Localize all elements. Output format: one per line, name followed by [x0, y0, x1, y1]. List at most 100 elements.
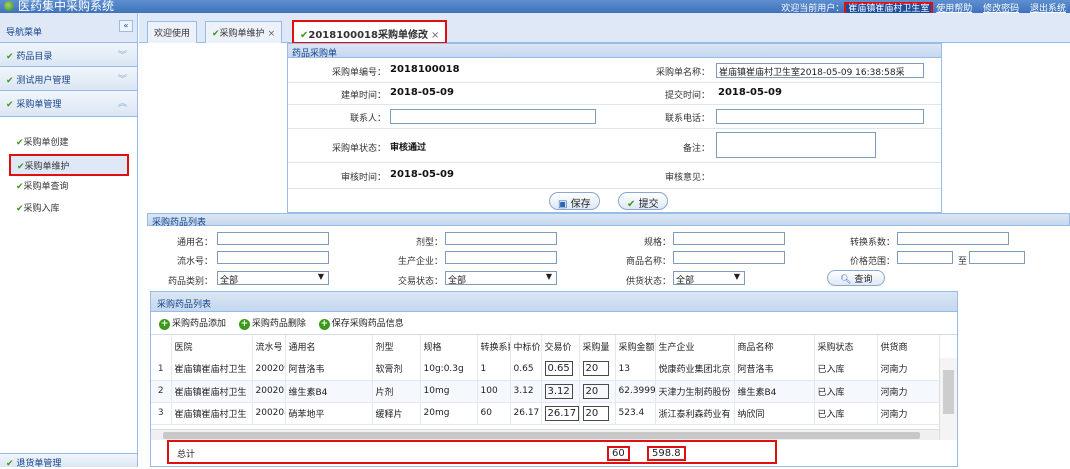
sidebar-item-stock-in[interactable]: ✔采购入库 [0, 198, 137, 220]
user-info: 欢迎当前用户： 崔庙镇崔庙村卫生室 使用帮助 修改密码 退出系统 [781, 1, 1066, 13]
order-name-label: 采购单名称： [655, 68, 710, 78]
sidebar-section-purchase-mgmt[interactable]: ✔ 采购单管理 ︽ [0, 91, 137, 117]
trade-name-input[interactable] [673, 251, 785, 264]
submitted-time-value: 2018-05-09 [718, 87, 782, 98]
column-header[interactable]: 通用名 [285, 335, 373, 358]
column-header[interactable]: 剂型 [372, 335, 421, 358]
supply-status-select[interactable]: 全部 ▼ [673, 271, 745, 286]
supplier-cell: 河南力 [877, 358, 940, 381]
table-row[interactable]: 1 崔庙镇崔庙村卫生 200209 阿昔洛韦 软膏剂 10g:0.3g 1 0.… [151, 358, 940, 381]
help-link[interactable]: 使用帮助 [936, 4, 972, 13]
tab-welcome[interactable]: 欢迎使用 [147, 21, 198, 43]
serial-input[interactable] [217, 251, 329, 264]
manufacturer-cell: 悦康药业集团北京 [655, 358, 735, 381]
serial-cell: 200207 [252, 380, 286, 403]
quantity-input[interactable]: 20 [582, 405, 609, 421]
dropdown-arrow-icon: ▼ [545, 272, 552, 281]
horizontal-scrollbar[interactable] [151, 429, 939, 440]
column-header[interactable]: 医院 [171, 335, 253, 358]
collapse-sidebar-icon[interactable]: « [119, 20, 133, 32]
drug-list-panel: 采购药品列表 + 采购药品添加 + 采购药品删除 + 保存采购药品信息 医院 流水号 … [150, 291, 958, 467]
hospital-cell: 崔庙镇崔庙村卫生 [171, 402, 253, 425]
trade-status-label: 交易状态： [397, 277, 443, 287]
column-header[interactable]: 采购状态 [814, 335, 878, 358]
generic-name-input[interactable] [217, 232, 329, 245]
price-max-input[interactable] [969, 251, 1025, 264]
sidebar-item-query-order[interactable]: ✔采购单查询 [0, 176, 137, 198]
change-password-link[interactable]: 修改密码 [983, 4, 1019, 13]
query-button[interactable]: 🔍︎ 查询 [827, 270, 886, 286]
table-row[interactable]: 2 崔庙镇崔庙村卫生 200207 维生素B4 片剂 10mg 100 3.12… [151, 380, 940, 403]
sidebar-section-drug-catalog[interactable]: ✔ 药品目录 ︾ [0, 43, 137, 67]
bid-price-cell: 26.17 [510, 402, 542, 425]
price-range-label: 价格范围： [849, 257, 895, 267]
check-icon: ✔ [6, 459, 14, 469]
spec-label: 规格： [643, 238, 671, 248]
manufacturer-input[interactable] [445, 251, 557, 264]
dropdown-arrow-icon: ▼ [317, 272, 324, 281]
submit-button[interactable]: ✔ 提交 [618, 192, 668, 210]
spec-input[interactable] [673, 232, 785, 245]
column-header[interactable]: 生产企业 [655, 335, 735, 358]
sidebar-section-user-mgmt[interactable]: ✔ 测试用户管理 ︾ [0, 67, 137, 91]
dosage-cell: 缓释片 [372, 402, 421, 425]
trade-status-select[interactable]: 全部 ▼ [445, 271, 557, 286]
column-header[interactable]: 规格 [420, 335, 478, 358]
check-icon: ✔ [16, 182, 24, 192]
total-quantity: 60 [607, 446, 630, 461]
trade-price-input[interactable]: 0.65 [544, 361, 573, 377]
order-form-panel: 药品采购单 采购单编号： 2018100018 采购单名称： 崔庙镇崔庙村卫生室… [287, 43, 942, 213]
category-label: 药品类别： [167, 277, 213, 287]
category-select[interactable]: 全部 ▼ [217, 271, 329, 286]
sidebar-item-create-order[interactable]: ✔采购单创建 [0, 132, 137, 154]
conv-factor-input[interactable] [897, 232, 1009, 245]
remark-textarea[interactable] [716, 132, 876, 158]
add-drug-button[interactable]: + 采购药品添加 [159, 319, 226, 330]
dosage-input[interactable] [445, 232, 557, 245]
row-number: 3 [151, 402, 172, 425]
quantity-input[interactable]: 20 [582, 361, 609, 377]
column-header[interactable]: 采购量 [579, 335, 616, 358]
contact-label: 联系人： [349, 114, 386, 124]
quantity-input[interactable]: 20 [582, 383, 609, 399]
close-icon[interactable]: × [268, 29, 276, 39]
section-label: 退货单管理 [16, 459, 62, 469]
trade-price-input[interactable]: 26.17 [544, 405, 578, 421]
column-header[interactable]: 采购金额 [615, 335, 656, 358]
column-header[interactable]: 转换系数 [477, 335, 511, 358]
logout-link[interactable]: 退出系统 [1030, 4, 1066, 13]
column-header[interactable]: 流水号 [252, 335, 286, 358]
delete-drug-button[interactable]: + 采购药品删除 [238, 319, 306, 330]
column-header[interactable]: 商品名称 [734, 335, 815, 358]
hospital-cell: 崔庙镇崔庙村卫生 [171, 358, 253, 381]
sidebar-item-maintain-order[interactable]: ✔采购单维护 [9, 154, 129, 176]
app-title: 医药集中采购系统 [18, 0, 115, 13]
table-row[interactable]: 3 崔庙镇崔庙村卫生 200208 硝苯地平 缓释片 20mg 60 26.17… [151, 402, 940, 425]
save-button[interactable]: ▣ 保存 [549, 192, 600, 210]
drug-table: 医院 流水号 通用名 剂型 规格 转换系数 中标价 交易价 采购量 采购金额 生… [151, 335, 940, 425]
phone-input[interactable] [716, 109, 924, 124]
close-icon[interactable]: × [431, 30, 439, 41]
supply-status-selected: 全部 [676, 276, 695, 286]
vertical-scrollbar[interactable] [939, 358, 957, 440]
tab-maintain-order[interactable]: ✔采购单维护 × [205, 21, 283, 43]
check-icon: ✔ [16, 138, 24, 148]
order-name-field[interactable]: 崔庙镇崔庙村卫生室2018-05-09 16:38:58采 [716, 63, 924, 78]
dosage-cell: 软膏剂 [372, 358, 421, 381]
check-icon: ✔ [212, 29, 220, 39]
contact-input[interactable] [390, 109, 596, 124]
delete-drug-label: 采购药品删除 [251, 319, 306, 329]
scroll-thumb[interactable] [943, 370, 954, 414]
column-header[interactable]: 供货商 [877, 335, 940, 358]
trade-name-cell: 维生素B4 [734, 380, 815, 403]
column-header[interactable]: 中标价 [510, 335, 542, 358]
column-header[interactable]: 交易价 [541, 335, 580, 358]
sidebar-section-returns[interactable]: ✔ 退货单管理 [0, 453, 137, 469]
form-row: 采购单编号： 2018100018 采购单名称： 崔庙镇崔庙村卫生室2018-0… [288, 59, 941, 83]
scroll-thumb[interactable] [163, 432, 920, 439]
price-min-input[interactable] [897, 251, 953, 264]
tab-edit-order[interactable]: ✔2018100018采购单修改 × [292, 20, 448, 44]
save-drug-info-button[interactable]: + 保存采购药品信息 [318, 319, 404, 330]
trade-price-input[interactable]: 3.12 [544, 383, 573, 399]
purchase-status-cell: 已入库 [814, 380, 878, 403]
